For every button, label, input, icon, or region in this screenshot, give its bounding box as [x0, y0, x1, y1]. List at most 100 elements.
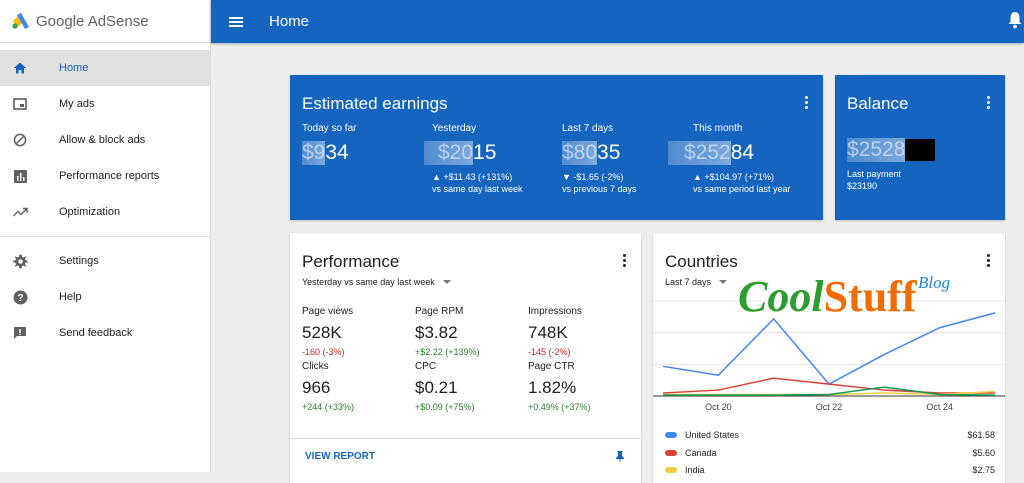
countries-card: Countries Last 7 days Oct 20 Oct 22 Oct 24…	[653, 233, 1005, 483]
metric-value: $8035	[562, 141, 637, 165]
metric-label: Today so far	[302, 123, 357, 134]
earnings-last-7-days: Last 7 days $8035 ▼ -$1.65 (-2%) vs prev…	[562, 123, 637, 195]
metric-page-ctr: Page CTR 1.82% +0.49% (+37%)	[528, 361, 591, 412]
date-range-dropdown[interactable]: Yesterday vs same day last week	[302, 277, 451, 287]
sidebar-item-performance-reports[interactable]: Performance reports	[0, 158, 210, 194]
metric-change: +0.49% (+37%)	[528, 402, 591, 412]
metric-change: +244 (+33%)	[302, 402, 355, 412]
performance-card: Performance Yesterday vs same day last w…	[290, 233, 641, 483]
value-suffix: 15	[473, 141, 497, 164]
sidebar-item-label: Performance reports	[59, 170, 160, 182]
blurred-value: $20	[424, 141, 474, 165]
more-options-icon[interactable]	[805, 96, 809, 109]
metric-value: 1.82%	[528, 378, 577, 397]
card-title: Balance	[847, 94, 909, 113]
sidebar-item-optimization[interactable]: Optimization	[0, 194, 210, 230]
sidebar: Google AdSense Home My ads Allow & block…	[0, 0, 211, 472]
date-range-dropdown[interactable]: Last 7 days	[665, 277, 728, 287]
earnings-this-month: This month $25284 ▲ +$104.97 (+71%) vs s…	[668, 123, 791, 195]
value-suffix: 84	[730, 141, 755, 164]
metric-change: ▲ +$104.97 (+71%)	[693, 172, 774, 182]
card-title: Estimated earnings	[302, 94, 448, 113]
card-title: Countries	[665, 252, 738, 271]
blurred-value: $9	[302, 141, 326, 165]
balance-amount: $2528 Last payment $23190	[847, 138, 936, 192]
menu-icon[interactable]	[229, 15, 243, 29]
metric-change: -145 (-2%)	[528, 347, 571, 357]
metric-label: This month	[693, 123, 743, 134]
sidebar-item-label: Send feedback	[59, 327, 133, 339]
sidebar-item-label: Help	[59, 291, 82, 303]
dropdown-value: Last 7 days	[665, 277, 712, 287]
more-options-icon[interactable]	[623, 254, 627, 267]
sidebar-item-label: Allow & block ads	[59, 134, 146, 146]
metric-label: Impressions	[528, 306, 582, 317]
feedback-icon	[12, 325, 28, 341]
svg-text:?: ?	[17, 293, 23, 304]
balance-card: Balance $2528 Last payment $23190	[835, 75, 1005, 220]
metric-label: CPC	[415, 361, 437, 372]
ad-units-icon	[12, 96, 28, 112]
watermark-word-blog: Blog	[918, 273, 951, 292]
sidebar-item-label: Optimization	[59, 206, 121, 218]
metric-label: Yesterday	[432, 123, 477, 134]
top-app-bar: Home	[211, 0, 1024, 43]
trending-up-icon	[12, 204, 28, 220]
metric-change: ▲ +$11.43 (+131%)	[432, 172, 513, 182]
pin-icon[interactable]	[615, 450, 625, 464]
more-options-icon[interactable]	[987, 96, 991, 109]
sidebar-item-settings[interactable]: Settings	[0, 243, 210, 279]
home-icon	[12, 60, 28, 76]
last-payment-value: $23190	[847, 181, 878, 191]
metric-cpc: CPC $0.21 +$0.09 (+75%)	[415, 361, 475, 412]
value-suffix: 35	[597, 141, 621, 164]
more-options-icon[interactable]	[987, 254, 991, 267]
value-suffix: 34	[325, 141, 349, 164]
sidebar-item-send-feedback[interactable]: Send feedback	[0, 315, 210, 351]
legend-swatch	[665, 432, 677, 438]
app-name: Google AdSense	[36, 12, 149, 30]
country-name: India	[685, 465, 705, 475]
sidebar-item-allow-block[interactable]: Allow & block ads	[0, 122, 210, 158]
metric-impressions: Impressions 748K -145 (-2%)	[528, 306, 582, 357]
sidebar-item-home[interactable]: Home	[0, 50, 210, 86]
dropdown-arrow-icon	[719, 280, 728, 284]
metric-value: $2528	[847, 138, 936, 162]
metric-change: ▼ -$1.65 (-2%)	[562, 172, 624, 182]
sidebar-item-help[interactable]: ? Help	[0, 279, 210, 315]
logo[interactable]: Google AdSense	[0, 0, 210, 43]
country-amount: $5.60	[972, 448, 995, 458]
metric-compare: vs same day last week	[432, 184, 523, 194]
metric-label: Page CTR	[528, 361, 575, 372]
estimated-earnings-card: Estimated earnings Today so far $934 Yes…	[290, 75, 823, 220]
x-tick-label: Oct 24	[926, 402, 953, 412]
metric-value: 528K	[302, 323, 342, 342]
metric-label: Clicks	[302, 361, 329, 372]
sidebar-item-my-ads[interactable]: My ads	[0, 86, 210, 122]
metric-page-rpm: Page RPM $3.82 +$2.22 (+139%)	[415, 306, 480, 357]
card-title: Performance	[302, 252, 400, 271]
earnings-yesterday: Yesterday $2015 ▲ +$11.43 (+131%) vs sam…	[424, 123, 523, 195]
view-report-link[interactable]: VIEW REPORT	[305, 451, 375, 462]
country-row-united-states[interactable]: United States $61.58	[665, 430, 995, 440]
notifications-bell-icon[interactable]	[1008, 11, 1022, 29]
metric-value: 966	[302, 378, 331, 397]
sidebar-item-label: Home	[59, 62, 89, 74]
metric-change: +$0.09 (+75%)	[415, 402, 475, 412]
countries-line-chart: Oct 20 Oct 22 Oct 24	[653, 300, 1005, 412]
blurred-value: $252	[668, 141, 731, 165]
block-icon	[12, 132, 28, 148]
bar-chart-icon	[12, 168, 28, 184]
metric-value: $934	[302, 141, 356, 165]
country-row-india[interactable]: India $2.75	[665, 465, 995, 475]
blurred-value: $80	[562, 141, 598, 165]
metric-value: $0.21	[415, 378, 458, 397]
country-row-canada[interactable]: Canada $5.60	[665, 448, 995, 458]
page-title: Home	[269, 13, 310, 30]
country-amount: $61.58	[967, 430, 995, 440]
blurred-value: $2528	[847, 138, 906, 162]
country-amount: $2.75	[972, 465, 995, 475]
x-tick-label: Oct 20	[705, 402, 732, 412]
metric-value: $3.82	[415, 323, 458, 342]
metric-compare: vs same period last year	[693, 184, 791, 194]
